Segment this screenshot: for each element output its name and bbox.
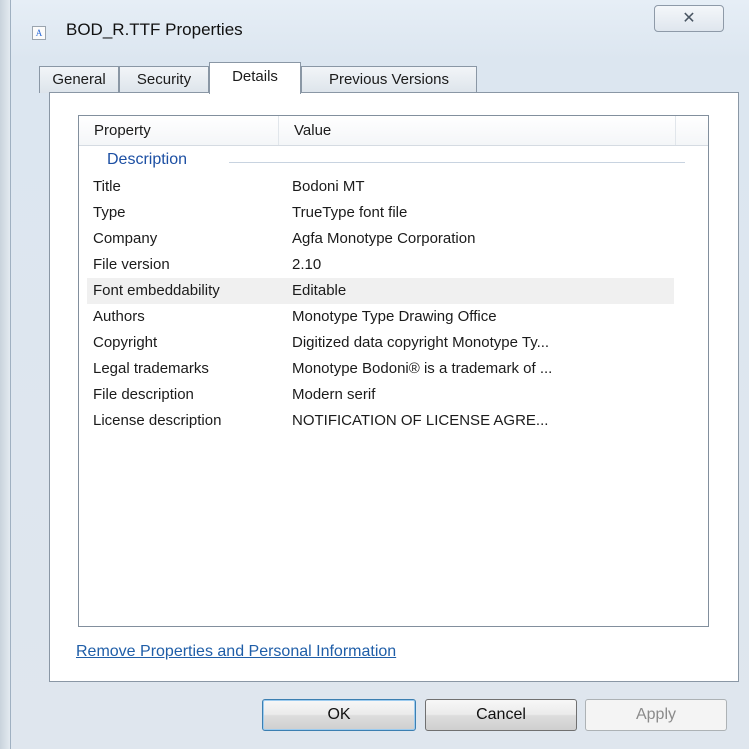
- table-row[interactable]: Type TrueType font file: [79, 200, 708, 226]
- table-row-selected[interactable]: Font embeddability Editable: [79, 278, 708, 304]
- column-header-property[interactable]: Property: [79, 116, 279, 145]
- background-window-edge: [0, 0, 10, 749]
- property-name: License description: [93, 412, 222, 429]
- property-value: Modern serif: [292, 386, 376, 403]
- tab-strip: General Security Details Previous Versio…: [39, 62, 739, 94]
- details-listview[interactable]: Property Value Description Title Bodoni …: [78, 115, 709, 627]
- property-value: 2.10: [292, 256, 322, 273]
- column-header-value[interactable]: Value: [279, 116, 676, 145]
- table-row[interactable]: Copyright Digitized data copyright Monot…: [79, 330, 708, 356]
- remove-properties-link[interactable]: Remove Properties and Personal Informati…: [76, 643, 396, 661]
- font-file-icon: A: [32, 26, 46, 40]
- property-value: Digitized data copyright Monotype Ty...: [292, 334, 550, 351]
- property-value: NOTIFICATION OF LICENSE AGRE...: [292, 412, 549, 429]
- property-name: Copyright: [93, 334, 158, 351]
- title-bar: A BOD_R.TTF Properties ✕: [11, 0, 749, 54]
- properties-dialog: A BOD_R.TTF Properties ✕ General Securit…: [10, 0, 749, 749]
- property-name: Title: [93, 178, 121, 195]
- table-row[interactable]: Authors Monotype Type Drawing Office: [79, 304, 708, 330]
- tab-general[interactable]: General: [39, 66, 119, 93]
- group-header-description: Description: [79, 150, 708, 172]
- property-value: Bodoni MT: [292, 178, 365, 195]
- tab-details[interactable]: Details: [209, 62, 301, 94]
- property-value: Monotype Bodoni® is a trademark of ...: [292, 360, 553, 377]
- property-name: Company: [93, 230, 158, 247]
- apply-button[interactable]: Apply: [585, 699, 727, 731]
- table-row[interactable]: License description NOTIFICATION OF LICE…: [79, 408, 708, 434]
- listview-header: Property Value: [79, 116, 708, 146]
- table-row[interactable]: Legal trademarks Monotype Bodoni® is a t…: [79, 356, 708, 382]
- property-name: File description: [93, 386, 194, 403]
- tab-security[interactable]: Security: [119, 66, 209, 93]
- details-panel: Property Value Description Title Bodoni …: [49, 92, 739, 682]
- table-row[interactable]: Company Agfa Monotype Corporation: [79, 226, 708, 252]
- property-name: Legal trademarks: [93, 360, 209, 377]
- property-value: Agfa Monotype Corporation: [292, 230, 476, 247]
- property-name: File version: [93, 256, 170, 273]
- property-value: Editable: [292, 282, 347, 299]
- property-value: Monotype Type Drawing Office: [292, 308, 497, 325]
- group-label: Description: [107, 151, 188, 168]
- window-title: BOD_R.TTF Properties: [66, 20, 243, 39]
- tab-previous-versions[interactable]: Previous Versions: [301, 66, 477, 93]
- property-name: Font embeddability: [93, 282, 220, 299]
- table-row[interactable]: File description Modern serif: [79, 382, 708, 408]
- group-divider: [229, 162, 685, 163]
- cancel-button[interactable]: Cancel: [425, 699, 577, 731]
- property-value: TrueType font file: [292, 204, 408, 221]
- ok-button[interactable]: OK: [262, 699, 416, 731]
- table-row[interactable]: File version 2.10: [79, 252, 708, 278]
- table-row[interactable]: Title Bodoni MT: [79, 174, 708, 200]
- property-name: Type: [93, 204, 126, 221]
- close-button[interactable]: ✕: [654, 5, 724, 32]
- property-name: Authors: [93, 308, 145, 325]
